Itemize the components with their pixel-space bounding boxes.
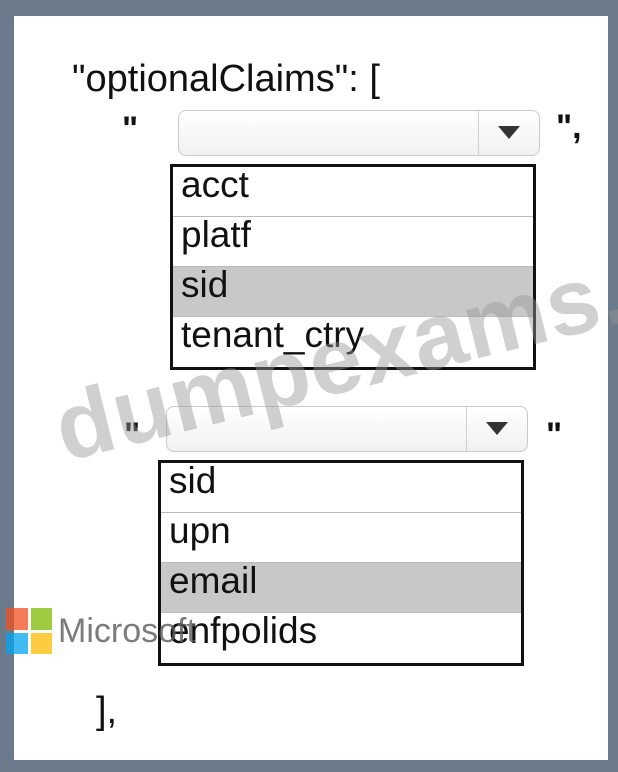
claim-option-tenant-ctry[interactable]: tenant_ctry — [173, 317, 533, 367]
claim-option-email[interactable]: email — [161, 563, 521, 613]
claim-option-sid[interactable]: sid — [173, 267, 533, 317]
claim-dropdown-2[interactable] — [166, 406, 528, 452]
claim-dropdown-2-toggle[interactable] — [466, 407, 527, 451]
code-line-close-array: ], — [96, 690, 118, 732]
claim-option-acct[interactable]: acct — [173, 167, 533, 217]
claim-listbox-1[interactable]: acct platf sid tenant_ctry — [170, 164, 536, 370]
chevron-down-icon — [498, 126, 520, 139]
claim-option-enfpolids[interactable]: enfpolids — [161, 613, 521, 663]
chevron-down-icon — [486, 422, 508, 435]
quote-open-2: " — [124, 416, 141, 454]
claim-option-sid[interactable]: sid — [161, 463, 521, 513]
claim-dropdown-1-toggle[interactable] — [478, 111, 539, 155]
quote-open-1: " — [122, 110, 139, 148]
claim-option-platf[interactable]: platf — [173, 217, 533, 267]
claim-option-upn[interactable]: upn — [161, 513, 521, 563]
quote-close-1: ", — [556, 108, 582, 146]
quote-close-2: " — [546, 416, 563, 454]
claim-dropdown-1[interactable] — [178, 110, 540, 156]
code-line-optional-claims: "optionalClaims": [ — [72, 58, 380, 100]
claim-listbox-2[interactable]: sid upn email enfpolids — [158, 460, 524, 666]
